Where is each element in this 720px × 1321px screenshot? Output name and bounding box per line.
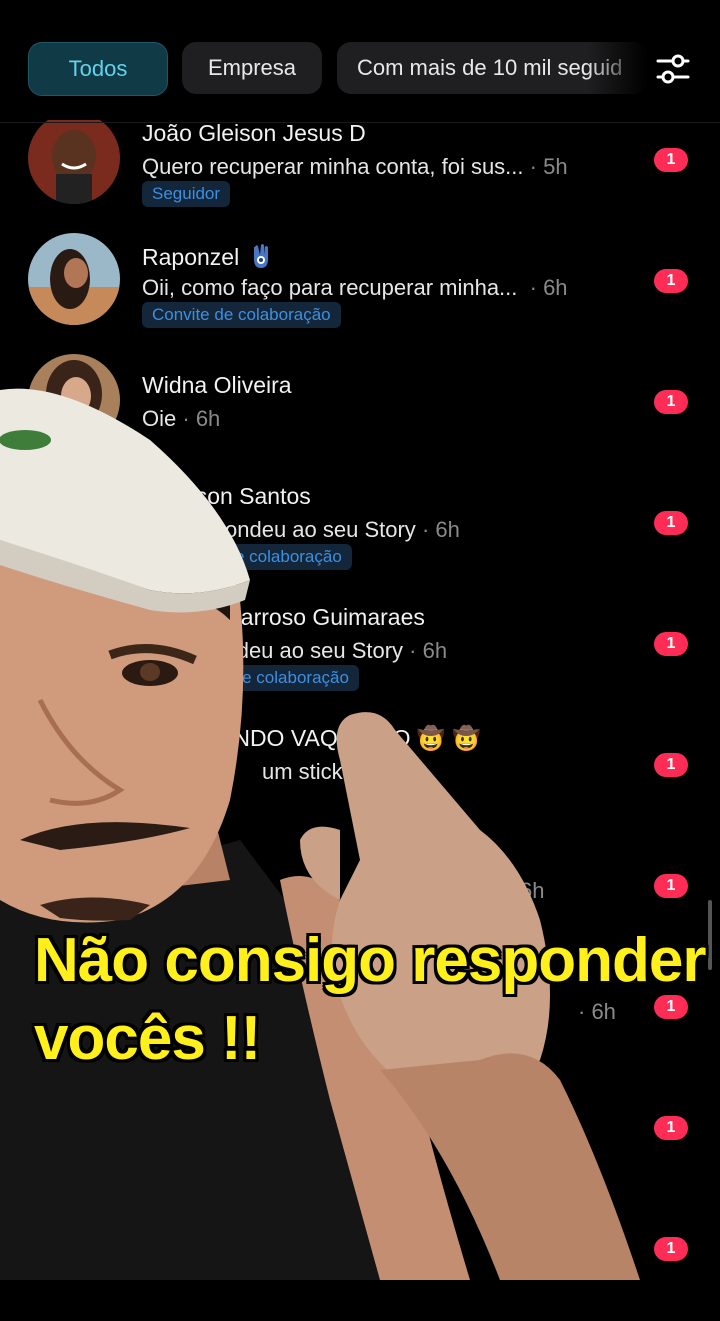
status-tag: Convite de colaboração xyxy=(142,302,341,328)
unread-badge: 1 xyxy=(654,1116,688,1140)
message-preview: Oie · 6h xyxy=(142,406,220,432)
message-preview: Quero recuperar minha conta, foi sus... … xyxy=(142,154,568,180)
unread-badge: 1 xyxy=(654,753,688,777)
status-tag: Seguidor xyxy=(142,181,231,207)
timestamp: · 6h xyxy=(421,517,460,542)
video-caption: Não consigo responder vocês !! xyxy=(34,922,706,1078)
avatar xyxy=(28,112,120,204)
chip-mais-10-mil[interactable]: Com mais de 10 mil seguid xyxy=(337,42,647,94)
chip-todos[interactable]: Todos xyxy=(28,42,168,96)
preview-text: um sticker xyxy=(262,759,363,784)
sender-name: barroso Guimaraes xyxy=(228,604,425,630)
chip-mais-10-mil-label: Com mais de 10 mil seguid xyxy=(357,55,623,80)
message-preview: Oii, como faço para recuperar minha... ·… xyxy=(142,275,568,301)
preview-text: Oii, como faço para recuperar minha... xyxy=(142,275,518,300)
status-tag: e colaboração xyxy=(225,544,352,570)
message-row[interactable]: ANDO VAQUE RO 🤠 🤠 um sticker · 6h r 1 xyxy=(0,717,720,837)
preview-text: Quero recuperar minha conta, foi sus... xyxy=(142,154,524,179)
caption-line-2: vocês !! xyxy=(34,1004,261,1073)
sender-name: ANDO VAQUE RO 🤠 🤠 xyxy=(218,725,481,751)
unread-badge: 1 xyxy=(654,1237,688,1261)
divider xyxy=(0,122,720,123)
message-preview: ondeu ao seu Story · 6h xyxy=(225,517,460,543)
caption-line-1: Não consigo responder xyxy=(34,926,706,995)
timestamp: · 6h xyxy=(182,406,221,431)
unread-badge: 1 xyxy=(654,269,688,293)
message-row[interactable]: barroso Guimaraes bondeu ao seu Story · … xyxy=(0,596,720,716)
timestamp: 6h xyxy=(520,878,545,903)
preview-text: ondeu ao seu Story xyxy=(225,517,416,542)
timestamp: · 5h xyxy=(529,154,568,179)
hamsa-icon xyxy=(253,244,268,268)
preview-text: bondeu ao seu Story xyxy=(200,638,404,663)
sender-name: João Gleison Jesus D xyxy=(142,120,366,146)
message-row[interactable]: 1 xyxy=(0,1201,720,1321)
filter-bar: Todos Empresa Com mais de 10 mil seguid xyxy=(0,0,720,120)
unread-badge: 1 xyxy=(654,632,688,656)
message-row[interactable]: João Gleison Jesus D Quero recuperar min… xyxy=(0,112,720,232)
sliders-icon[interactable] xyxy=(654,50,692,88)
sender-name: Raponzel xyxy=(142,241,276,271)
unread-badge: 1 xyxy=(654,874,688,898)
timestamp: · 6h xyxy=(529,275,568,300)
unread-badge: 1 xyxy=(654,148,688,172)
sender-name-text: Raponzel xyxy=(142,244,240,270)
sender-name: Widna Oliveira xyxy=(142,372,292,398)
unread-badge: 1 xyxy=(654,511,688,535)
preview-text: Oie xyxy=(142,406,177,431)
timestamp: · 6h xyxy=(368,759,407,784)
chip-empresa[interactable]: Empresa xyxy=(182,42,322,94)
unread-badge: 1 xyxy=(654,390,688,414)
avatar xyxy=(28,233,120,325)
message-row[interactable]: Widna Oliveira Oie · 6h 1 xyxy=(0,354,720,474)
message-preview: um sticker · 6h xyxy=(262,759,406,785)
message-preview: bondeu ao seu Story · 6h xyxy=(200,638,447,664)
avatar xyxy=(28,354,120,446)
message-row[interactable]: 1 xyxy=(0,1080,720,1200)
message-preview: 6h xyxy=(520,878,544,904)
sender-name: Denyson Santos xyxy=(142,483,311,509)
scrollbar[interactable] xyxy=(708,900,712,970)
status-tag: r xyxy=(200,786,226,812)
message-row[interactable]: Denyson Santos ondeu ao seu Story · 6h e… xyxy=(0,475,720,595)
message-row[interactable]: Raponzel Oii, como faço para recuperar m… xyxy=(0,233,720,353)
timestamp: · 6h xyxy=(409,638,448,663)
status-tag: ite de colaboração xyxy=(200,665,359,691)
